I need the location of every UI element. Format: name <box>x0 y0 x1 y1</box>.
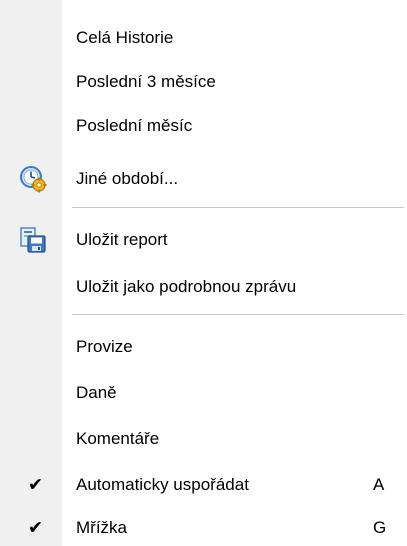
menu-item-ulozit-report[interactable]: Uložit report <box>0 218 407 262</box>
clock-gear-icon <box>19 165 47 193</box>
menu-item-label: Mřížka <box>76 518 127 537</box>
menu-item-posledni-mesic[interactable]: Poslední měsíc <box>0 104 407 148</box>
save-report-icon <box>19 226 47 254</box>
menu-item-shortcut: G <box>373 518 387 537</box>
menu-item-posledni-3-mesice[interactable]: Poslední 3 měsíce <box>0 60 407 104</box>
context-menu: Celá Historie Poslední 3 měsíce Poslední… <box>0 0 407 546</box>
menu-separator <box>72 314 404 316</box>
menu-item-cela-historie[interactable]: Celá Historie <box>0 16 407 60</box>
menu-item-label: Poslední 3 měsíce <box>76 72 216 91</box>
menu-item-label: Daně <box>76 383 117 402</box>
menu-item-provize[interactable]: Provize <box>0 325 407 369</box>
menu-item-dane[interactable]: Daně <box>0 371 407 415</box>
menu-item-ulozit-jako-podrobnou-zpravu[interactable]: Uložit jako podrobnou zprávu <box>0 265 407 309</box>
checkmark-icon: ✔ <box>28 474 44 496</box>
menu-item-jine-obdobi[interactable]: Jiné období... <box>0 157 407 201</box>
menu-item-label: Automaticky uspořádat <box>76 475 249 494</box>
menu-item-mrizka[interactable]: ✔ Mřížka G <box>0 506 407 546</box>
menu-item-label: Komentáře <box>76 429 160 448</box>
menu-item-shortcut: A <box>373 475 385 494</box>
menu-item-label: Provize <box>76 337 133 356</box>
menu-item-label: Uložit report <box>76 230 168 249</box>
menu-separator <box>72 207 404 209</box>
menu-item-label: Uložit jako podrobnou zprávu <box>76 277 297 296</box>
menu-item-label: Poslední měsíc <box>76 116 193 135</box>
menu-item-komentare[interactable]: Komentáře <box>0 417 407 461</box>
menu-item-label: Celá Historie <box>76 28 174 47</box>
menu-item-automaticky-usporadat[interactable]: ✔ Automaticky uspořádat A <box>0 463 407 507</box>
checkmark-icon: ✔ <box>28 517 44 539</box>
menu-item-label: Jiné období... <box>76 169 179 188</box>
